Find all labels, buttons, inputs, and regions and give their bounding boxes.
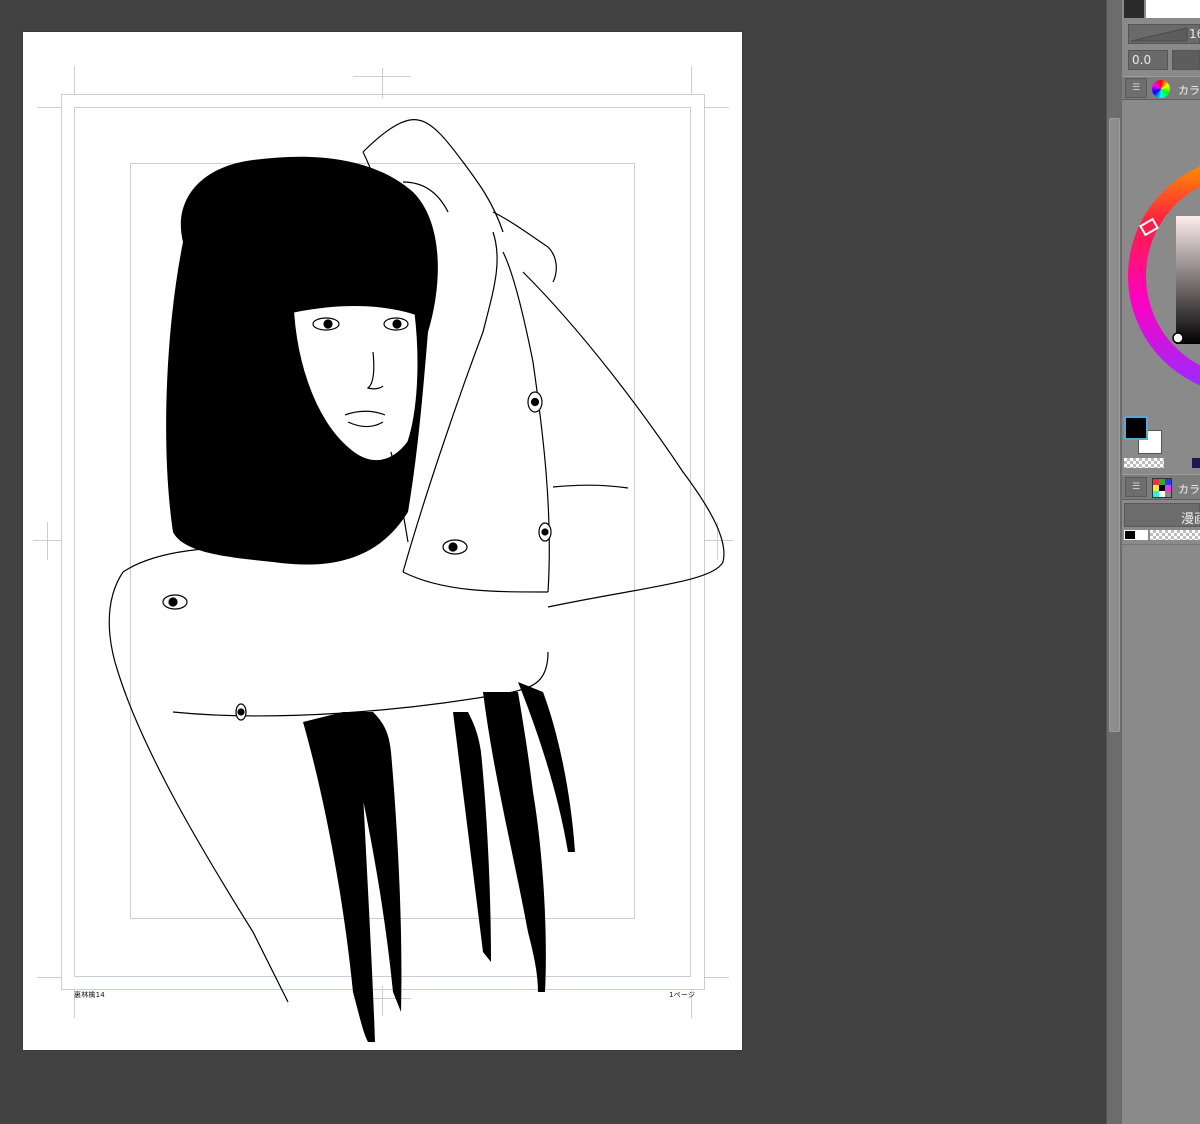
saturation-marker[interactable] xyxy=(1172,332,1184,344)
brush-size-slider[interactable]: 16 xyxy=(1128,24,1200,44)
color-set-selector[interactable]: 漫画 xyxy=(1124,503,1200,527)
ink-artwork xyxy=(108,119,725,1042)
canvas-workspace[interactable]: 裏林檎14 1ページ xyxy=(0,0,1106,1124)
opacity-slider[interactable]: 0.0 xyxy=(1128,50,1168,70)
page-footer-number: 1ページ xyxy=(669,991,696,999)
color-wheel-panel-header: ☰ カラー xyxy=(1122,76,1200,100)
brush-size-value: 16 xyxy=(1189,27,1200,41)
page-footer-title: 裏林檎14 xyxy=(74,991,105,999)
top-preview-area xyxy=(1146,0,1200,18)
color-wheel-area[interactable] xyxy=(1122,104,1200,404)
panel-menu-icon[interactable]: ☰ xyxy=(1125,477,1147,497)
canvas-vertical-scrollbar[interactable] xyxy=(1106,0,1122,1124)
main-color-swatch[interactable] xyxy=(1124,416,1148,440)
top-preview-swatch xyxy=(1124,0,1144,18)
color-set-name: 漫画 xyxy=(1181,512,1200,527)
right-dock-panel: 16 0.0 ☰ カラー xyxy=(1122,0,1200,1124)
swatch-transparent[interactable] xyxy=(1150,530,1200,540)
color-set-icon[interactable] xyxy=(1152,478,1172,498)
transparent-color-swatch[interactable] xyxy=(1124,458,1164,468)
size-wedge-icon xyxy=(1130,27,1188,42)
color-wheel-icon[interactable] xyxy=(1152,80,1170,98)
color-set-panel-title: カラー xyxy=(1178,483,1200,496)
color-set-panel-header: ☰ カラー xyxy=(1122,474,1200,500)
manga-page[interactable]: 裏林檎14 1ページ xyxy=(23,32,742,1050)
opacity-slider-track[interactable] xyxy=(1172,50,1200,70)
color-wheel-panel-title: カラー xyxy=(1178,84,1200,97)
hue-ring[interactable] xyxy=(1122,104,1200,404)
color-mode-indicator[interactable] xyxy=(1192,458,1200,468)
panel-menu-icon[interactable]: ☰ xyxy=(1125,78,1147,98)
color-set-body xyxy=(1122,544,1200,1124)
opacity-value: 0.0 xyxy=(1132,53,1152,67)
swatch-white[interactable] xyxy=(1136,530,1148,540)
swatch-black[interactable] xyxy=(1124,530,1136,540)
scrollbar-thumb[interactable] xyxy=(1109,118,1120,732)
